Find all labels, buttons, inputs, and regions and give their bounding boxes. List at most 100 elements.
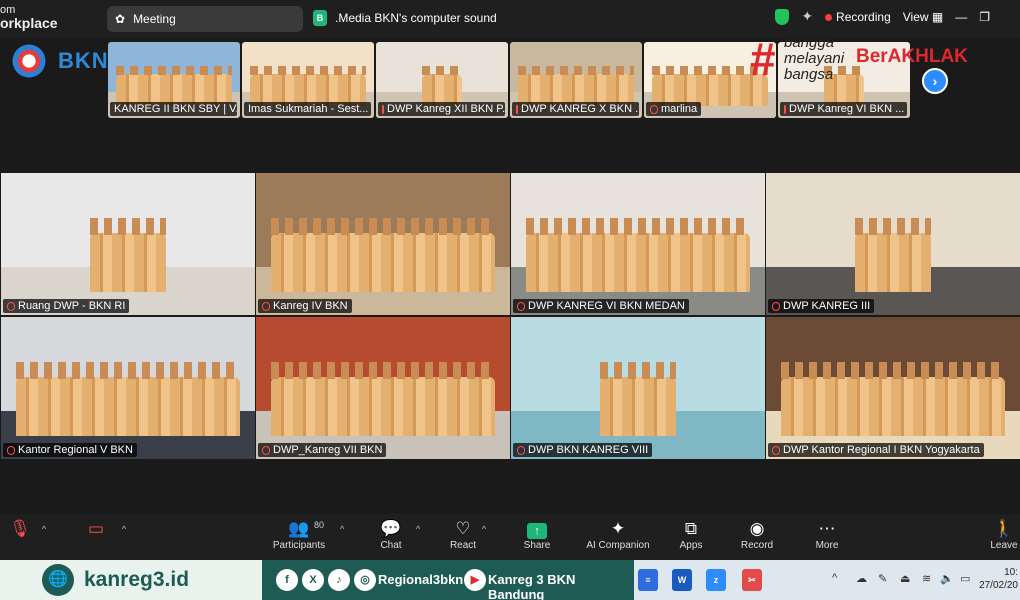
pen-icon[interactable]: ✎ [878,572,887,585]
video-options-caret[interactable]: ^ [122,524,126,534]
scene-heads [249,66,367,76]
usb-icon[interactable]: ⏏ [900,572,910,585]
video-tile[interactable]: DWP KANREG VI BKN MEDAN [511,173,765,315]
video-tile[interactable]: DWP Kantor Regional I BKN Yogyakarta [766,317,1020,459]
more-label: More [815,540,839,551]
apps-icon: ⧉ [684,519,698,538]
scene-attendees [781,376,1005,437]
zoom-app-icon[interactable]: z [706,569,726,591]
share-button[interactable]: ↑ Share [520,518,554,551]
video-tile[interactable]: Kanreg IV BKN [256,173,510,315]
clock-time: 10: [1004,567,1018,578]
tag-word3: bangsa [784,66,834,83]
apps-button[interactable]: ⧉ Apps [674,518,708,551]
bkn-logo: BKN [6,38,109,84]
video-tile-label: DWP Kantor Regional I BKN Yogyakarta [783,444,980,456]
strip-tile[interactable]: DWP KANREG X BKN ... [510,42,642,118]
participants-caret[interactable]: ^ [340,524,344,534]
scene-attendees [89,232,167,293]
strip-tile[interactable]: Imas Sukmariah - Sest... [242,42,374,118]
shared-audio-indicator[interactable]: B .Media BKN's computer sound [313,10,497,26]
cloud-icon[interactable]: ☁ [856,572,867,585]
word-app-icon[interactable]: W [672,569,692,591]
video-tile[interactable]: DWP BKN KANREG VIII [511,317,765,459]
video-tile[interactable]: Kantor Regional V BKN [1,317,255,459]
video-tile[interactable]: DWP_Kanreg VII BKN [256,317,510,459]
view-button[interactable]: View ▦ [903,10,943,24]
react-caret[interactable]: ^ [482,524,486,534]
apps-label: Apps [679,540,703,551]
brand-line2: orkplace [0,15,58,31]
tag-word1: bangga [784,34,835,51]
strip-tile[interactable]: KANREG II BKN SBY | V... [108,42,240,118]
video-tile-label: Kanreg IV BKN [273,300,348,312]
video-tile-label: DWP KANREG VI BKN MEDAN [528,300,685,312]
gallery-grid: Ruang DWP - BKN RI Kanreg IV BKN DWP KAN… [0,173,1020,459]
chat-caret[interactable]: ^ [416,524,420,534]
scene-attendees [526,232,750,293]
facebook-icon: f [276,569,298,591]
mute-button[interactable]: 🎙 [8,518,32,540]
mic-muted-icon [772,445,780,455]
notepad-app-icon[interactable]: ≡ [638,569,658,591]
video-tile[interactable]: DWP KANREG III [766,173,1020,315]
leave-button[interactable]: 🚶 Leave [988,518,1020,551]
scene-attendees [271,376,495,437]
app-brand: om orkplace [0,4,58,30]
bkn-logo-text: BKN [58,48,109,73]
minimize-button[interactable]: — [955,10,967,24]
restore-button[interactable]: ❐ [979,10,990,24]
recording-indicator[interactable]: Recording [825,10,891,24]
record-button[interactable]: ◉ Record [738,518,776,551]
scene-attendees [599,376,677,437]
recording-label: Recording [836,9,891,24]
strip-tile-label: KANREG II BKN SBY | V... [114,103,237,115]
next-page-button[interactable]: › [922,68,948,94]
react-button[interactable]: ♡ React [446,518,480,551]
tiktok-icon: ♪ [328,569,350,591]
battery-icon[interactable]: ▭ [960,572,970,585]
chat-icon: 💬 [380,519,402,538]
scene-heads [854,218,932,236]
more-button[interactable]: ⋯ More [808,518,846,551]
strip-tile[interactable]: DWP Kanreg XII BKN P... [376,42,508,118]
scene-heads [599,362,677,380]
video-tile[interactable]: Ruang DWP - BKN RI [1,173,255,315]
youtube-icon: ▶ [464,569,486,591]
mic-muted-icon [517,301,525,311]
berakhlak-watermark: # bangga melayani bangsa BerAKHLAK [750,34,990,92]
tag-hash: # [750,33,776,85]
strip-tile-label: DWP KANREG X BKN ... [521,103,639,115]
shared-audio-label: .Media BKN's computer sound [335,11,497,25]
tray-expand-icon[interactable]: ^ [832,572,837,584]
share-screen-icon: ↑ [520,518,554,540]
mic-muted-icon [262,301,270,311]
ai-sparkle-icon[interactable]: ✦ [801,8,813,25]
record-dot-icon [825,13,833,21]
mic-muted-icon [516,104,518,114]
snipping-app-icon[interactable]: ✂ [742,569,762,591]
video-tile-label: DWP BKN KANREG VIII [528,444,649,456]
taskbar-clock[interactable]: 10: 27/02/20 [979,566,1018,592]
scene-attendees [16,376,240,437]
tag-berakhlak: BerAKHLAK [856,46,968,67]
scene-heads [271,362,495,380]
volume-icon[interactable]: 🔈 [940,572,954,585]
leave-icon: 🚶 [993,519,1015,538]
grid-view-icon: ▦ [931,9,944,24]
strip-tile-label: Imas Sukmariah - Sest... [248,103,369,115]
participants-button[interactable]: 👥 80 Participants [268,518,330,551]
mic-muted-icon [517,445,525,455]
video-button[interactable]: ▭ [84,518,108,540]
audio-options-caret[interactable]: ^ [42,524,46,534]
clock-date: 27/02/20 [979,580,1018,591]
mic-muted-icon [650,104,658,114]
wifi-icon[interactable]: ≋ [922,572,931,585]
meeting-tab[interactable]: ✿ Meeting [107,6,303,32]
participants-count: 80 [314,520,325,530]
record-label: Record [740,540,774,551]
security-shield-icon[interactable] [775,8,790,25]
chat-button[interactable]: 💬 Chat [376,518,406,551]
ai-sparkle-icon: ✦ [610,519,626,538]
ai-companion-button[interactable]: ✦ AI Companion [582,518,654,551]
